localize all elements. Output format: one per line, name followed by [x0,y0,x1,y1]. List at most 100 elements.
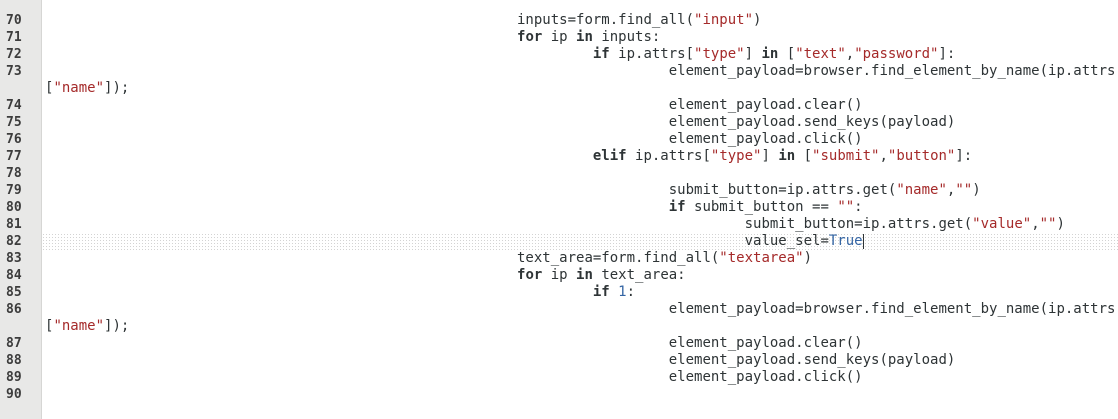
code-line[interactable]: submit_button=ip.attrs.get("name","") [42,182,1118,199]
code-token: ip [542,267,577,283]
line-number: 82 [6,234,22,249]
code-token: in [576,267,593,283]
code-token: ) [972,182,981,198]
code-line[interactable]: ["name"]); [42,80,1118,97]
code-token: inputs=form.find_all( [45,12,695,28]
line-number: 74 [6,98,22,113]
code-token: : [854,199,863,215]
code-line[interactable]: if 1: [42,284,1118,301]
code-token: ] [761,148,779,164]
line-number: 81 [6,217,22,232]
line-number: 86 [6,302,22,317]
code-token: in [761,46,779,62]
line-number: 78 [6,166,22,181]
line-number: 89 [6,370,22,385]
code-token: "textarea" [719,250,804,266]
code-token: "submit" [812,148,880,164]
code-token: if [668,199,686,215]
code-token: "text" [795,46,846,62]
code-token: : [626,284,636,300]
code-line[interactable]: for ip in inputs: [42,29,1118,46]
code-line[interactable]: if ip.attrs["type"] in ["text","password… [42,46,1118,63]
code-token: "button" [887,148,956,164]
code-token: "type" [694,46,745,62]
code-line[interactable]: element_payload.send_keys(payload) [42,114,1118,131]
code-line[interactable]: ["name"]); [42,318,1118,335]
code-token: ) [753,12,762,28]
code-token: ) [1056,216,1065,232]
code-token: [ [795,148,813,164]
line-number: 72 [6,47,22,62]
code-line[interactable]: element_payload=browser.find_element_by_… [42,63,1118,80]
code-token: element_payload.send_keys(payload) [45,114,956,130]
line-number [0,318,41,335]
line-number: 80 [6,200,22,215]
code-token: in [778,148,796,164]
line-number: 70 [6,13,22,28]
line-number: 75 [6,115,22,130]
code-token: value_sel= [45,233,829,249]
code-token: if [592,46,610,62]
line-number: 83 [6,251,22,266]
code-token: ip.attrs[ [609,46,695,62]
line-number: 87 [6,336,22,351]
code-line[interactable] [42,386,1118,403]
line-number: 76 [6,132,22,147]
code-area[interactable]: inputs=form.find_all("input") for ip in … [42,0,1118,419]
code-line[interactable]: element_payload=browser.find_element_by_… [42,301,1118,318]
code-token: True [828,233,863,249]
line-number: 79 [6,183,22,198]
code-token: if [592,284,610,300]
code-token: "name" [896,182,947,198]
code-token: [ [778,46,796,62]
code-line[interactable]: element_payload.send_keys(payload) [42,352,1118,369]
code-token: ]); [104,80,130,96]
code-token: "password" [854,46,939,62]
line-number: 73 [6,64,22,79]
code-token: 1 [618,284,627,300]
code-token: ]: [938,46,956,62]
code-token: element_payload.send_keys(payload) [45,352,956,368]
code-token: element_payload.click() [45,131,863,147]
code-line[interactable]: inputs=form.find_all("input") [42,12,1118,29]
code-line[interactable]: element_payload.click() [42,369,1118,386]
code-token: ]: [955,148,973,164]
code-editor[interactable]: 70 71 72 73 74 75 76 77 78 79 80 81 82 83 84 85 86 87 88 89… [0,0,1118,419]
code-line[interactable]: if submit_button == "": [42,199,1118,216]
line-number: 90 [6,387,22,402]
code-token: ) [803,250,813,266]
code-token: "" [955,182,973,198]
code-line[interactable]: text_area=form.find_all("textarea") [42,250,1118,267]
line-number: 88 [6,353,22,368]
code-token: "name" [53,80,105,96]
code-token: "type" [710,148,762,164]
line-number: 84 [6,268,22,283]
text-cursor [862,233,864,249]
code-token: ip [542,29,577,45]
code-token: submit_button=ip.attrs.get( [45,216,973,232]
code-line[interactable]: for ip in text_area: [42,267,1118,284]
code-token: element_payload.clear() [45,335,863,351]
code-line[interactable]: element_payload.click() [42,131,1118,148]
code-token: ] [744,46,762,62]
code-token: ]); [104,318,130,334]
code-token: submit_button=ip.attrs.get( [45,182,897,198]
code-token: text_area: [592,267,686,283]
code-token: ip.attrs[ [626,148,711,164]
code-token: "input" [694,12,754,28]
line-number [0,80,41,97]
code-line[interactable]: value_sel=True [42,233,1118,250]
code-line[interactable]: element_payload.clear() [42,97,1118,114]
code-line[interactable] [42,165,1118,182]
code-token: , [1031,216,1040,232]
code-token: , [879,148,888,164]
code-line[interactable]: elif ip.attrs["type"] in ["submit","butt… [42,148,1118,165]
code-line[interactable]: element_payload.clear() [42,335,1118,352]
code-line[interactable]: submit_button=ip.attrs.get("value","") [42,216,1118,233]
